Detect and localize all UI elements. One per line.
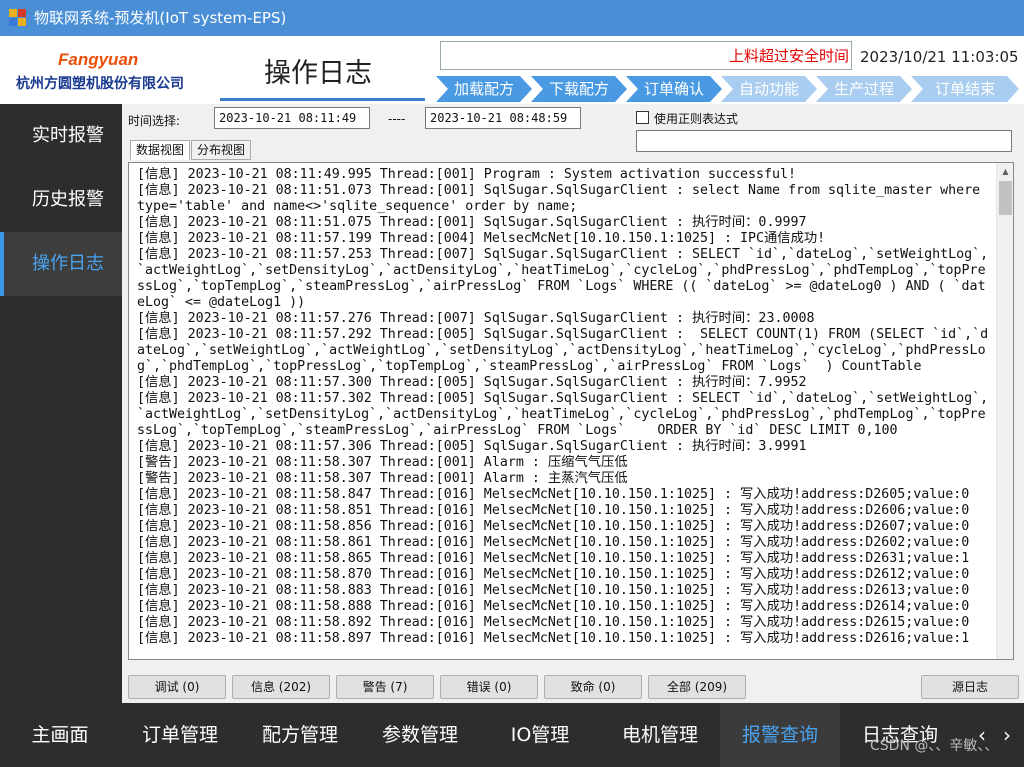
step-download-recipe: 下载配方: [531, 76, 627, 102]
scroll-up-icon[interactable]: ▲: [997, 163, 1013, 180]
tab-distribution-view[interactable]: 分布视图: [191, 140, 252, 160]
log-line: [信息] 2023-10-21 08:11:57.302 Thread:[005…: [137, 391, 989, 438]
end-time-picker[interactable]: 2023-10-21 08:48:59: [425, 107, 581, 129]
step-order-confirm: 订单确认: [626, 76, 722, 102]
sidebar: 实时报警 历史报警 操作日志: [0, 104, 122, 703]
nav-main-screen[interactable]: 主画面: [0, 703, 120, 767]
title-underline: [220, 98, 425, 101]
log-line: [警告] 2023-10-21 08:11:58.307 Thread:[001…: [137, 455, 628, 470]
step-production: 生产过程: [816, 76, 912, 102]
log-line: [信息] 2023-10-21 08:11:51.073 Thread:[001…: [137, 183, 989, 214]
step-order-end: 订单结束: [911, 76, 1019, 102]
nav-io-management[interactable]: IO管理: [480, 703, 600, 767]
log-line: [信息] 2023-10-21 08:11:58.847 Thread:[016…: [137, 487, 970, 502]
log-textbox[interactable]: [信息] 2023-10-21 08:11:49.995 Thread:[001…: [128, 162, 1014, 660]
nav-motor-management[interactable]: 电机管理: [600, 703, 720, 767]
log-line: [信息] 2023-10-21 08:11:58.897 Thread:[016…: [137, 631, 970, 646]
time-separator: ----: [388, 112, 406, 126]
scroll-thumb[interactable]: [999, 181, 1012, 215]
info-filter-button[interactable]: 信息 (202): [232, 675, 330, 699]
company-name: 杭州方圆塑机股份有限公司: [16, 76, 184, 92]
window-title: 物联网系统-预发机(IoT system-EPS): [34, 9, 287, 27]
log-line: [信息] 2023-10-21 08:11:58.865 Thread:[016…: [137, 551, 970, 566]
nav-next-arrow-icon[interactable]: ›: [1003, 723, 1011, 747]
log-line: [信息] 2023-10-21 08:11:57.276 Thread:[007…: [137, 311, 815, 326]
nav-recipe-management[interactable]: 配方管理: [240, 703, 360, 767]
step-load-recipe: 加载配方: [436, 76, 532, 102]
log-scrollbar[interactable]: ▲: [996, 163, 1013, 659]
sidebar-item-history-alarm[interactable]: 历史报警: [0, 168, 122, 232]
log-line: [信息] 2023-10-21 08:11:58.870 Thread:[016…: [137, 567, 970, 582]
log-line: [信息] 2023-10-21 08:11:57.199 Thread:[004…: [137, 231, 826, 246]
main-content: 时间选择: 2023-10-21 08:11:49 ---- 2023-10-2…: [122, 104, 1024, 703]
sidebar-item-operation-log[interactable]: 操作日志: [0, 232, 122, 296]
company-logo-text: Fangyuan: [58, 50, 139, 69]
log-line: [信息] 2023-10-21 08:11:58.888 Thread:[016…: [137, 599, 970, 614]
warn-filter-button[interactable]: 警告 (7): [336, 675, 434, 699]
log-line: [警告] 2023-10-21 08:11:58.307 Thread:[001…: [137, 471, 628, 486]
nav-alarm-query[interactable]: 报警查询: [720, 703, 840, 767]
fatal-filter-button[interactable]: 致命 (0): [544, 675, 642, 699]
log-line: [信息] 2023-10-21 08:11:57.292 Thread:[005…: [137, 327, 989, 374]
step-auto-function: 自动功能: [721, 76, 817, 102]
log-line: [信息] 2023-10-21 08:11:49.995 Thread:[001…: [137, 167, 797, 182]
nav-order-management[interactable]: 订单管理: [120, 703, 240, 767]
all-filter-button[interactable]: 全部 (209): [648, 675, 746, 699]
log-line: [信息] 2023-10-21 08:11:58.856 Thread:[016…: [137, 519, 970, 534]
page-title: 操作日志: [264, 58, 372, 89]
log-line: [信息] 2023-10-21 08:11:57.253 Thread:[007…: [137, 247, 989, 310]
log-line: [信息] 2023-10-21 08:11:58.861 Thread:[016…: [137, 535, 970, 550]
start-time-picker[interactable]: 2023-10-21 08:11:49: [214, 107, 370, 129]
time-select-label: 时间选择:: [128, 114, 181, 128]
debug-filter-button[interactable]: 调试 (0): [128, 675, 226, 699]
alarm-message: 上料超过安全时间: [440, 41, 852, 70]
app-icon: [9, 9, 27, 27]
watermark: CSDN @、、辛敏、、: [870, 738, 999, 754]
current-datetime: 2023/10/21 11:03:05: [860, 48, 1019, 66]
nav-parameter-management[interactable]: 参数管理: [360, 703, 480, 767]
log-line: [信息] 2023-10-21 08:11:58.851 Thread:[016…: [137, 503, 970, 518]
sidebar-item-realtime-alarm[interactable]: 实时报警: [0, 104, 122, 168]
log-line: [信息] 2023-10-21 08:11:57.300 Thread:[005…: [137, 375, 807, 390]
regex-label: 使用正则表达式: [654, 112, 739, 126]
error-filter-button[interactable]: 错误 (0): [440, 675, 538, 699]
log-line: [信息] 2023-10-21 08:11:51.075 Thread:[001…: [137, 215, 807, 230]
title-bar: 物联网系统-预发机(IoT system-EPS): [0, 0, 1024, 36]
log-line: [信息] 2023-10-21 08:11:57.306 Thread:[005…: [137, 439, 807, 454]
regex-input[interactable]: [636, 130, 1012, 152]
regex-checkbox[interactable]: [636, 111, 649, 124]
header: Fangyuan 杭州方圆塑机股份有限公司 操作日志 上料超过安全时间 2023…: [0, 36, 1024, 104]
log-line: [信息] 2023-10-21 08:11:58.892 Thread:[016…: [137, 615, 970, 630]
tab-data-view[interactable]: 数据视图: [130, 140, 191, 160]
log-content: [信息] 2023-10-21 08:11:49.995 Thread:[001…: [137, 167, 993, 657]
source-log-button[interactable]: 源日志: [921, 675, 1019, 699]
log-line: [信息] 2023-10-21 08:11:58.883 Thread:[016…: [137, 583, 970, 598]
